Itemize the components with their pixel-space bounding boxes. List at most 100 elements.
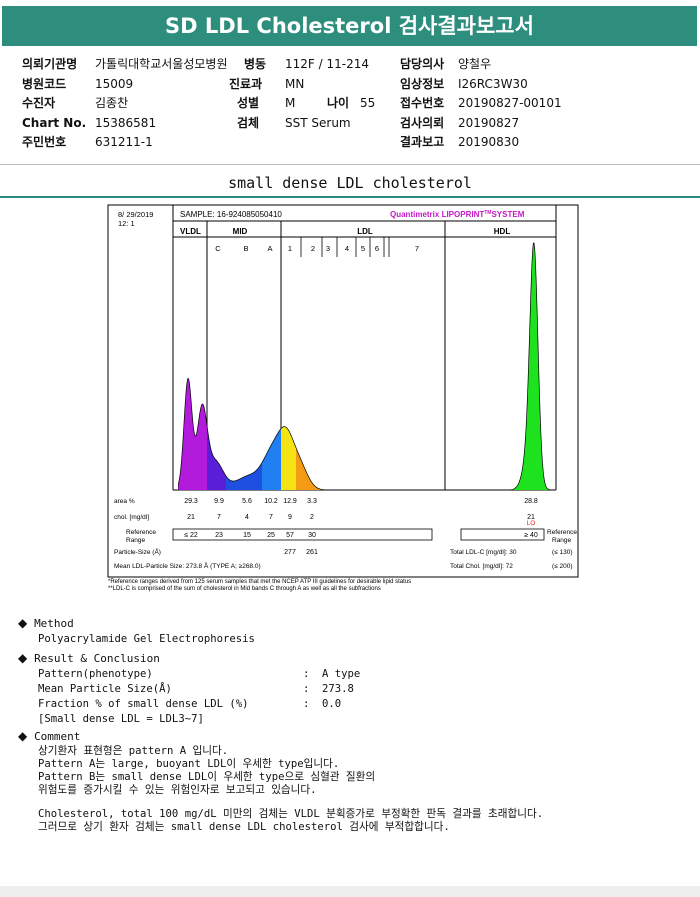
patient-value: 김종찬 [95,96,129,110]
method-heading: ◆ Method [18,616,74,630]
chol-value: 7 [269,514,273,521]
patient-label: 수진자 [22,96,56,110]
clin-label: 임상정보 [400,77,445,91]
total-chol-ref: (≤ 200) [552,563,573,570]
band-label-2: 2 [311,244,315,253]
lipoprint-chart: 8/ 29/2019 12: 1 SAMPLE: 16-924085050410… [107,204,579,592]
ref-value: ≤ 22 [184,532,198,539]
report-date-label: 결과보고 [400,135,445,149]
ref-right-1: Reference [547,529,577,536]
rrn-value: 631211-1 [95,135,153,149]
section-underline [0,196,700,198]
sex-label: 성별 [237,96,260,110]
result-row: Mean Particle Size(Å) [38,683,172,695]
chart-date: 8/ 29/2019 [118,210,153,219]
ref-right-2: Range [552,537,572,544]
footnote-1: *Reference ranges derived from 125 serum… [108,579,411,585]
result-sep: : [303,683,310,695]
report-date-value: 20190830 [458,135,520,149]
total-ldl-label: Total LDL-C [mg/dl]: 30 [450,549,517,556]
result-value: 0.0 [322,698,342,710]
section-title: small dense LDL cholesterol [228,174,472,192]
group-header-hdl: HDL [494,227,511,236]
diamond-bullet-icon: ◆ [18,651,28,665]
ref-value: 23 [215,532,223,539]
comment-line: Cholesterol, total 100 mg/dL 미만의 검체는 VLD… [38,808,544,820]
inst-label: 의뢰기관명 [22,57,78,71]
chol-value: 7 [217,514,221,521]
result-value: A type [322,668,361,680]
area-value: 9.9 [214,498,224,505]
band-label-C: C [215,244,221,253]
band-label-A: A [267,244,272,253]
chart-frame [107,204,579,578]
result-sep: : [303,668,310,680]
result-note: [Small dense LDL = LDL3~7] [38,713,204,725]
inst-value: 가톨릭대학교서울성모병원 [95,57,228,71]
ref-value: 15 [243,532,251,539]
rrn-label: 주민번호 [22,135,67,149]
header-divider [0,164,700,165]
ref-label-2: Range [126,537,146,544]
comment-line: Pattern A는 large, buoyant LDL이 우세한 type입… [38,758,340,770]
ref-value: 57 [286,532,294,539]
chol-label: chol. [mg/dl] [114,514,149,521]
chart-no-label: Chart No. [22,116,87,130]
ref-value: ≥ 40 [524,532,538,539]
group-header-mid: MID [233,227,248,236]
area-value: 29.3 [184,498,198,505]
hcode-value: 15009 [95,77,134,91]
comment-line: 위험도를 증가시킬 수 있는 위험인자로 보고되고 있습니다. [38,784,317,796]
band-label-1: 1 [288,244,292,253]
ref-label-1: Reference [126,529,156,536]
specimen-label: 검체 [237,116,260,130]
diamond-bullet-icon: ◆ [18,729,28,743]
report-title: SD LDL Cholesterol 검사결과보고서 [2,6,697,46]
clin-value: I26RC3W30 [458,77,528,91]
result-heading: ◆ Result & Conclusion [18,651,160,665]
area-value: 5.6 [242,498,252,505]
chart-time: 12: 1 [118,219,135,228]
sample-id: SAMPLE: 16-924085050410 [180,210,282,219]
particle-size-value: 277 [284,549,296,556]
page-footer-bar [0,886,700,897]
band-label-B: B [243,244,248,253]
chol-value: 9 [288,514,292,521]
comment-line: 상기환자 표현형은 pattern A 입니다. [38,745,229,757]
chol-value: 21 [187,514,195,521]
comment-heading: ◆ Comment [18,729,81,743]
diamond-bullet-icon: ◆ [18,616,28,630]
group-header-vldl: VLDL [180,227,201,236]
total-chol-label: Total Chol. [mg/dl]: 72 [450,563,513,570]
area-value: 3.3 [307,498,317,505]
footnote-2: **LDL-C is comprised of the sum of chole… [108,586,381,592]
request-value: 20190827 [458,116,520,130]
result-value: 273.8 [322,683,354,695]
recv-label: 접수번호 [400,96,445,110]
band-label-4: 4 [345,244,349,253]
hcode-label: 병원코드 [22,77,67,91]
ward-label: 병동 [244,57,267,71]
band-label-6: 6 [375,244,379,253]
band-label-7: 7 [415,244,419,253]
comment-line: Pattern B는 small dense LDL이 우세한 type으로 심… [38,771,376,783]
method-text: Polyacrylamide Gel Electrophoresis [38,633,255,645]
comment-line: 그러므로 상기 환자 검체는 small dense LDL cholester… [38,821,450,833]
age-label: 나이 [327,96,350,110]
chart-no-value: 15386581 [95,116,157,130]
lo-flag: LO [527,520,536,527]
ref-value: 30 [308,532,316,539]
band-label-3: 3 [326,244,330,253]
particle-size-value: 261 [306,549,318,556]
chol-value: 2 [310,514,314,521]
age-value: 55 [360,96,376,110]
dept-label: 진료과 [229,77,263,91]
group-header-ldl: LDL [357,227,373,236]
doctor-value: 양철우 [458,57,492,71]
particle-size-label: Particle-Size (Å) [114,547,161,556]
recv-value: 20190827-00101 [458,96,562,110]
ref-value: 25 [267,532,275,539]
brand-label: Quantimetrix LIPOPRINTTMSYSTEM [390,210,525,219]
sex-value: M [285,96,296,110]
request-label: 검사의뢰 [400,116,445,130]
